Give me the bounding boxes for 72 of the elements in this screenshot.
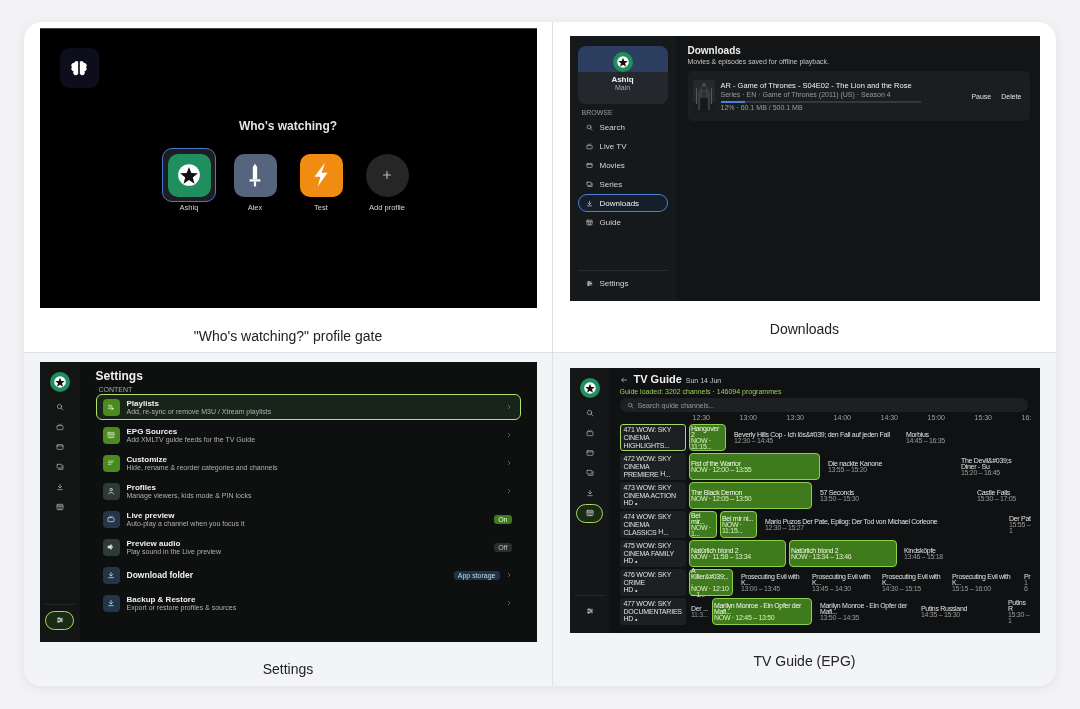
row-title: Playlists (126, 398, 160, 408)
page-title: Downloads (687, 45, 742, 56)
page-title: TV Guide (633, 373, 682, 385)
playlist-icon (107, 403, 115, 411)
row-title: Preview audio (126, 538, 182, 548)
settings-icon (55, 616, 64, 625)
speaker-icon (107, 543, 115, 551)
nav-label: Guide (599, 217, 621, 227)
settings-icon (585, 607, 594, 616)
chevron-icon (505, 432, 512, 438)
row-title: Download folder (126, 570, 195, 580)
download-icon (55, 483, 64, 492)
brain-icon (69, 58, 89, 78)
search-icon (55, 402, 64, 411)
nav-label: Movies (599, 160, 625, 170)
caption: Downloads (769, 320, 840, 338)
rail-button[interactable] (576, 503, 603, 523)
tv-icon (585, 142, 593, 150)
chevron-icon (505, 404, 512, 410)
window-icon (585, 161, 593, 169)
row-title: Customize (126, 454, 168, 464)
nav-item[interactable]: Series (577, 175, 668, 193)
nav-label: Live TV (599, 141, 627, 151)
rail-button[interactable] (45, 610, 74, 630)
window-icon (585, 448, 594, 457)
calendar-icon (55, 503, 64, 512)
stack-icon (585, 469, 594, 478)
nav-label: Search (599, 122, 625, 132)
download-icon (585, 199, 593, 207)
plus-icon (380, 168, 394, 182)
tv-icon (107, 515, 115, 523)
row-title: Profiles (126, 482, 157, 492)
back-icon[interactable] (619, 376, 628, 384)
download-icon (107, 599, 115, 607)
tv-icon (55, 422, 64, 431)
stack-icon (55, 463, 64, 472)
profile-name: Ashiq (611, 75, 634, 84)
row-title: EPG Sources (126, 426, 179, 436)
lines-icon (107, 459, 115, 467)
nav-label: Settings (599, 278, 629, 288)
search-icon (585, 123, 593, 131)
caption: TV Guide (EPG) (753, 652, 856, 670)
nav-item[interactable]: Movies (577, 156, 668, 174)
settings-icon (585, 279, 593, 287)
download-icon (107, 571, 115, 579)
calendar-icon (107, 431, 115, 439)
chevron-icon (505, 600, 512, 606)
row-title: Live preview (126, 510, 176, 520)
caption: "Who's watching?" profile gate (193, 327, 383, 345)
page-title: Settings (95, 369, 144, 383)
person-icon (107, 487, 115, 495)
chevron-icon (505, 460, 512, 466)
heading: Who's watching? (237, 119, 339, 133)
calendar-icon (585, 509, 594, 518)
nav-item[interactable]: Live TV (577, 137, 668, 155)
chevron-icon (505, 488, 512, 494)
window-icon (55, 442, 64, 451)
tv-icon (585, 428, 594, 437)
nav-item[interactable]: Guide (577, 213, 668, 231)
row-title: Backup & Restore (126, 594, 197, 604)
nav-label: Downloads (599, 198, 640, 208)
calendar-icon (585, 218, 593, 226)
nav-label: Series (599, 179, 623, 189)
nav-item[interactable]: Search (577, 118, 668, 136)
search-icon (585, 408, 594, 417)
chevron-icon (505, 572, 512, 578)
caption: Settings (262, 660, 314, 678)
nav-item[interactable]: Settings (577, 274, 668, 292)
stack-icon (585, 180, 593, 188)
nav-item[interactable]: Downloads (577, 194, 668, 212)
download-icon (585, 489, 594, 498)
search-icon (626, 401, 634, 409)
